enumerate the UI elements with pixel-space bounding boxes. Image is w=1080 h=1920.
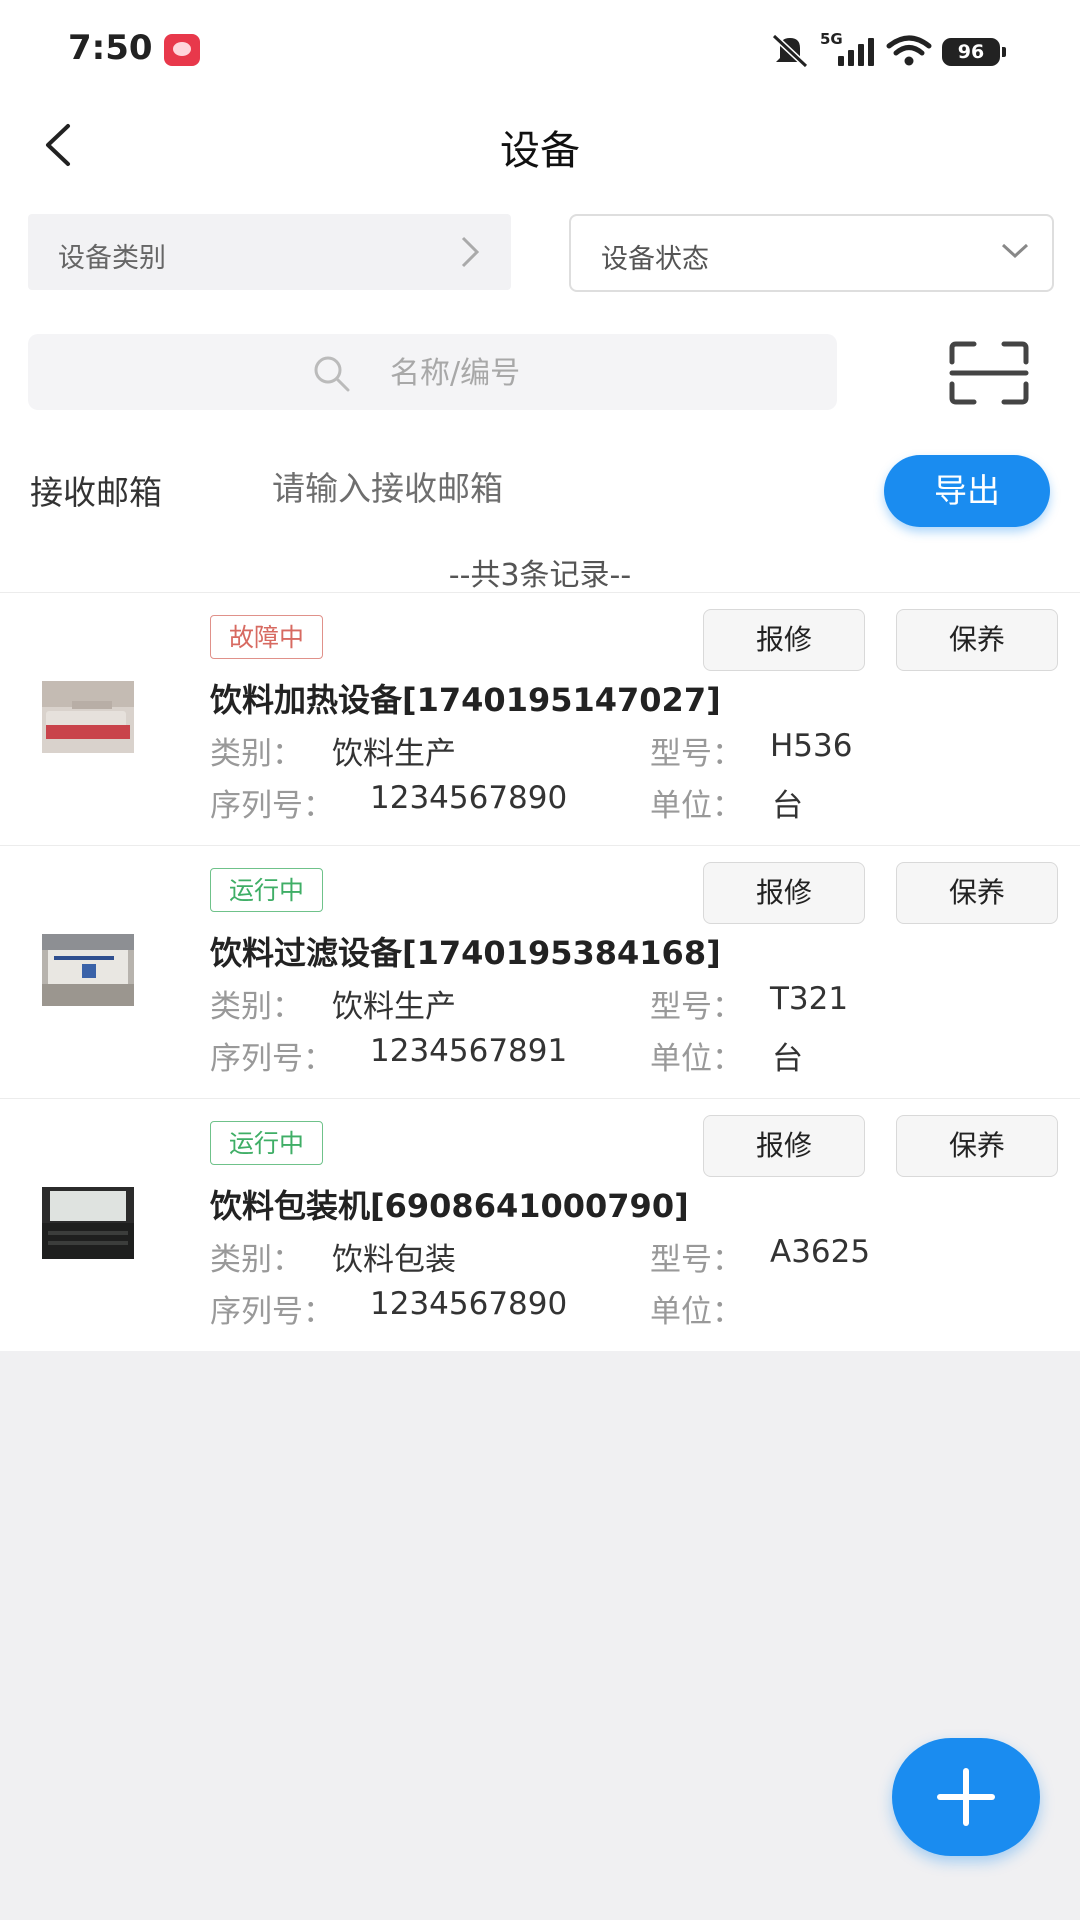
add-device-button[interactable] [892, 1738, 1040, 1856]
device-thumbnail [42, 934, 134, 1006]
model-value: H536 [770, 728, 853, 764]
device-name: 饮料包装机[6908641000790] [210, 1187, 689, 1225]
scan-icon[interactable] [948, 340, 1030, 406]
plus-icon [937, 1768, 995, 1826]
unit-value: 台 [772, 1041, 803, 1077]
mute-icon [771, 33, 809, 68]
category-value: 饮料生产 [332, 736, 456, 772]
maintain-button[interactable]: 保养 [896, 609, 1058, 671]
category-value: 饮料生产 [332, 989, 456, 1025]
status-badge: 故障中 [210, 615, 324, 659]
device-card[interactable]: 运行中 报修 保养 饮料包装机[6908641000790] 类别： 饮料包装 … [0, 1098, 1080, 1351]
email-input[interactable] [272, 460, 832, 516]
repair-button[interactable]: 报修 [703, 862, 865, 924]
repair-button[interactable]: 报修 [703, 609, 865, 671]
category-filter[interactable]: 设备类别 [28, 214, 511, 290]
search-input[interactable] [388, 350, 792, 396]
status-time: 7:50 [68, 28, 153, 68]
model-key: 型号： [650, 1242, 743, 1278]
serial-value: 1234567891 [370, 1033, 568, 1069]
model-value: T321 [770, 981, 849, 1017]
unit-key: 单位： [650, 788, 743, 824]
category-key: 类别： [210, 736, 303, 772]
category-key: 类别： [210, 1242, 303, 1278]
battery-indicator: 96 [942, 38, 1006, 66]
record-count: --共3条记录-- [448, 558, 632, 593]
wifi-icon [886, 35, 932, 66]
device-card[interactable]: 故障中 报修 保养 饮料加热设备[1740195147027] 类别： 饮料生产… [0, 592, 1080, 845]
chevron-down-icon [1001, 243, 1029, 259]
page-title: 设备 [500, 128, 580, 174]
maintain-button[interactable]: 保养 [896, 862, 1058, 924]
unit-key: 单位： [650, 1294, 743, 1330]
device-thumbnail [42, 681, 134, 753]
status-badge: 运行中 [210, 1121, 324, 1165]
unit-key: 单位： [650, 1041, 743, 1077]
model-key: 型号： [650, 736, 743, 772]
serial-key: 序列号： [210, 1041, 334, 1077]
device-name: 饮料加热设备[1740195147027] [210, 681, 721, 719]
model-value: A3625 [770, 1234, 871, 1270]
model-key: 型号： [650, 989, 743, 1025]
email-label: 接收邮箱 [30, 473, 162, 512]
device-name: 饮料过滤设备[1740195384168] [210, 934, 721, 972]
status-badge: 运行中 [210, 868, 324, 912]
status-filter-dropdown[interactable]: 设备状态 [569, 214, 1054, 292]
device-card[interactable]: 运行中 报修 保养 饮料过滤设备[1740195384168] 类别： 饮料生产… [0, 845, 1080, 1098]
chevron-right-icon [461, 236, 480, 268]
serial-value: 1234567890 [370, 780, 568, 816]
category-filter-label: 设备类别 [58, 243, 166, 274]
device-thumbnail [42, 1187, 134, 1259]
app-notification-icon [164, 34, 200, 66]
serial-value: 1234567890 [370, 1286, 568, 1322]
category-value: 饮料包装 [332, 1242, 456, 1278]
signal-icon [838, 36, 878, 66]
repair-button[interactable]: 报修 [703, 1115, 865, 1177]
search-box[interactable] [28, 334, 837, 410]
serial-key: 序列号： [210, 1294, 334, 1330]
status-filter-label: 设备状态 [601, 244, 709, 275]
serial-key: 序列号： [210, 788, 334, 824]
export-button[interactable]: 导出 [884, 455, 1050, 527]
search-icon [314, 356, 350, 392]
maintain-button[interactable]: 保养 [896, 1115, 1058, 1177]
unit-value: 台 [772, 788, 803, 824]
category-key: 类别： [210, 989, 303, 1025]
